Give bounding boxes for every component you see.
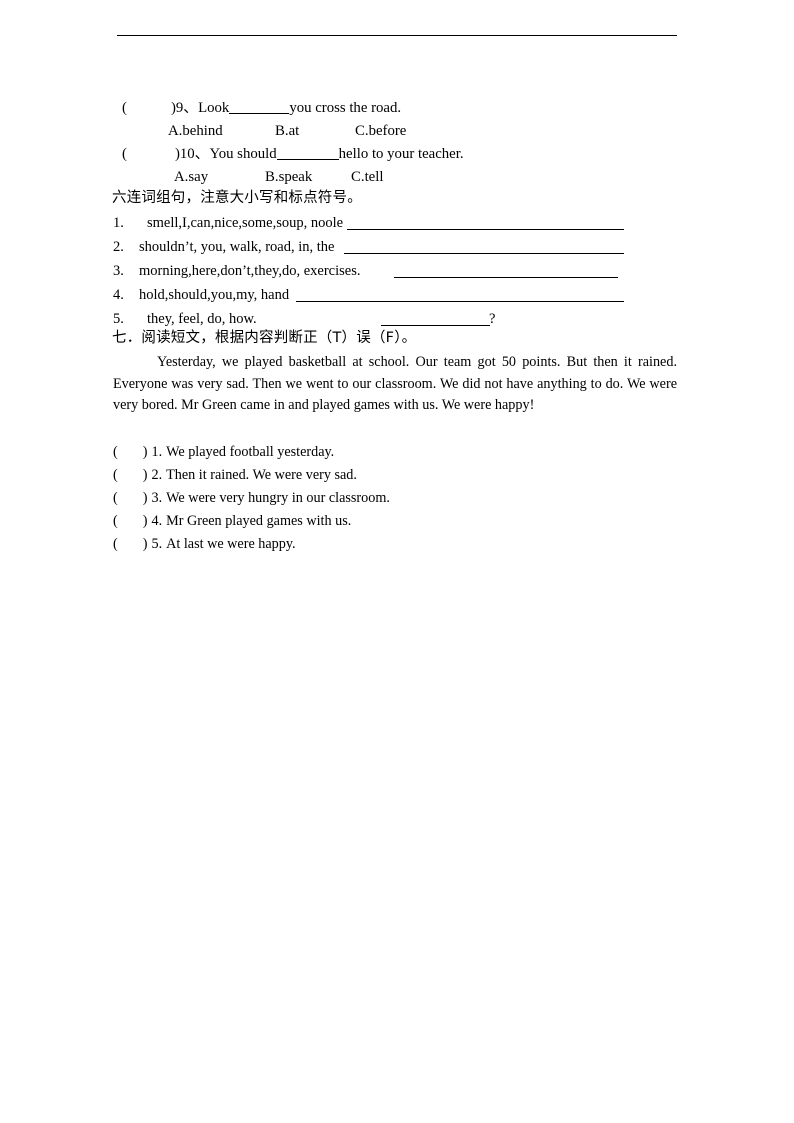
- item-words: smell,I,can,nice,some,soup, noole: [147, 215, 344, 231]
- answer-bracket-open[interactable]: (: [113, 513, 118, 530]
- question-number: 10、: [179, 146, 210, 162]
- answer-bracket-close: ): [142, 513, 148, 529]
- header-divider: [117, 35, 677, 36]
- statement-text: We were very hungry in our classroom.: [166, 490, 390, 506]
- tf-statement-3: () 3. We were very hungry in our classroom…: [113, 490, 390, 507]
- answer-bracket-open[interactable]: (: [122, 100, 127, 117]
- word-order-item-2: 2. shouldn’t, you, walk, road, in, the: [113, 239, 334, 256]
- question-number: 9、: [175, 100, 199, 116]
- word-order-item-1: 1. smell,I,can,nice,some,soup, noole: [113, 215, 343, 232]
- answer-bracket-close: ): [142, 444, 148, 460]
- option-c[interactable]: C.tell: [351, 169, 383, 186]
- statement-number: 2.: [151, 467, 163, 483]
- answer-bracket-close: ): [142, 490, 148, 506]
- question-stem-after: hello to your teacher.: [338, 146, 464, 162]
- mc-question-10: ()10、You should hello to your teacher.: [122, 146, 464, 163]
- mc-options-9: A.behind B.at C.before: [168, 123, 406, 140]
- item-number: 4.: [113, 287, 124, 303]
- tf-statement-5: () 5. At last we were happy.: [113, 536, 296, 553]
- fill-blank[interactable]: [276, 159, 339, 160]
- question-stem-before: You should: [209, 146, 277, 162]
- question-stem-before: Look: [198, 100, 230, 116]
- option-c[interactable]: C.before: [355, 123, 406, 140]
- tf-statement-4: () 4. Mr Green played games with us.: [113, 513, 351, 530]
- tf-statement-2: () 2. Then it rained. We were very sad.: [113, 467, 357, 484]
- statement-text: We played football yesterday.: [166, 444, 335, 460]
- answer-bracket-open[interactable]: (: [113, 536, 118, 553]
- option-a[interactable]: A.say: [174, 169, 265, 186]
- item-number: 5.: [113, 311, 124, 327]
- fill-blank[interactable]: [229, 113, 290, 114]
- statement-text: At last we were happy.: [166, 536, 296, 552]
- statement-number: 4.: [151, 513, 163, 529]
- answer-line-5[interactable]: [381, 325, 490, 326]
- question-mark: ?: [489, 311, 496, 327]
- reading-passage: Yesterday, we played basketball at schoo…: [113, 354, 677, 413]
- answer-line-3[interactable]: [394, 277, 618, 278]
- item-words: hold,should,you,my, hand: [139, 287, 290, 303]
- tf-statement-1: () 1. We played football yesterday.: [113, 444, 334, 461]
- statement-number: 5.: [151, 536, 163, 552]
- statement-text: Mr Green played games with us.: [166, 513, 352, 529]
- option-a[interactable]: A.behind: [168, 123, 275, 140]
- answer-bracket-open[interactable]: (: [113, 444, 118, 461]
- item-words: shouldn’t, you, walk, road, in, the: [139, 239, 335, 255]
- answer-line-2[interactable]: [344, 253, 624, 254]
- statement-text: Then it rained. We were very sad.: [166, 467, 357, 483]
- word-order-item-5: 5. they, feel, do, how.: [113, 311, 257, 328]
- answer-line-4[interactable]: [296, 301, 624, 302]
- question-stem-after: you cross the road.: [289, 100, 402, 116]
- statement-number: 3.: [151, 490, 163, 506]
- option-b[interactable]: B.speak: [265, 169, 351, 186]
- answer-bracket-open[interactable]: (: [113, 467, 118, 484]
- item-words: morning,here,don’t,they,do, exercises.: [139, 263, 361, 279]
- worksheet-page: () 9、Look you cross the road. A.behind B.at…: [0, 0, 794, 1123]
- word-order-item-3: 3. morning,here,don’t,they,do, exercises.: [113, 263, 360, 280]
- word-order-item-4: 4. hold,should,you,my, hand: [113, 287, 289, 304]
- item-number: 3.: [113, 263, 124, 279]
- answer-bracket-open[interactable]: (: [122, 146, 127, 163]
- option-b[interactable]: B.at: [275, 123, 355, 140]
- item-number: 1.: [113, 215, 124, 231]
- item-words: they, feel, do, how.: [147, 311, 257, 327]
- item-number: 2.: [113, 239, 124, 255]
- mc-question-9: ()9、Look you cross the road.: [122, 100, 401, 117]
- mc-options-10: A.say B.speak C.tell: [174, 169, 383, 186]
- answer-bracket-close: ): [142, 467, 148, 483]
- answer-bracket-close: ): [142, 536, 148, 552]
- section-six-heading: 六连词组句，注意大小写和标点符号。: [112, 190, 362, 206]
- statement-number: 1.: [151, 444, 163, 460]
- section-seven-heading: 七．阅读短文，根据内容判断正（T）误（F）。: [112, 330, 417, 346]
- answer-line-1[interactable]: [347, 229, 624, 230]
- answer-bracket-open[interactable]: (: [113, 490, 118, 507]
